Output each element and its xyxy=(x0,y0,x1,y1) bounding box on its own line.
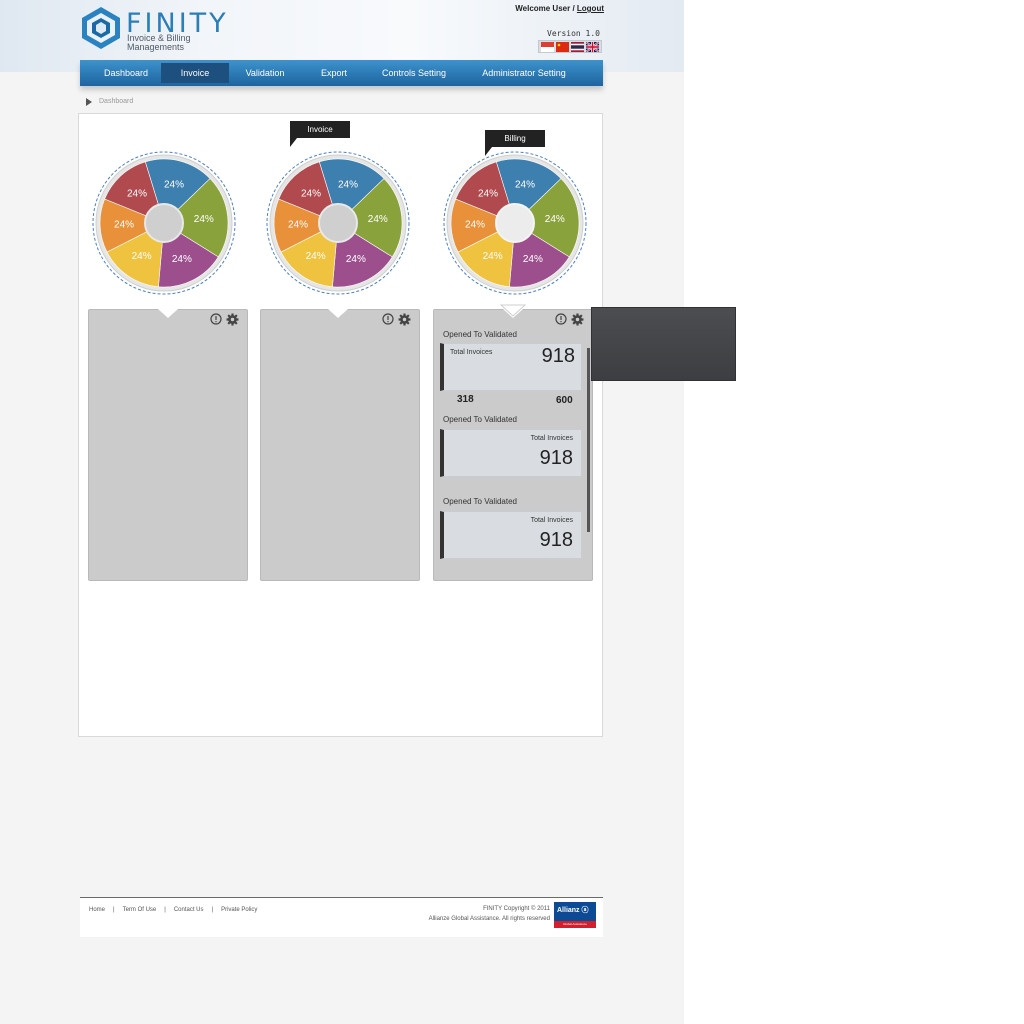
stat-label: Total Invoices xyxy=(450,349,493,356)
stats-panel: Opened To Validated Total Invoices 918 3… xyxy=(433,309,593,581)
invoice-chart-tag: Invoice xyxy=(290,121,350,147)
footer-link-contact[interactable]: Contact Us xyxy=(174,907,204,913)
pie-slice-label: 24% xyxy=(346,254,366,265)
hexagon-logo-icon xyxy=(82,7,120,49)
pie-chart-1[interactable]: 24% 24% 24% 24% 24% 24% xyxy=(92,151,236,295)
pie-slice-label: 24% xyxy=(127,189,147,200)
footer-link-terms[interactable]: Term Of Use xyxy=(123,907,157,913)
pie-slice-label: 24% xyxy=(368,214,388,225)
footer-link-privacy[interactable]: Private Policy xyxy=(221,907,257,913)
thailand-flag-icon[interactable] xyxy=(571,42,584,52)
panel-notch xyxy=(158,309,178,318)
settings-gear-icon[interactable] xyxy=(226,313,239,326)
footer-link-home[interactable]: Home xyxy=(89,907,105,913)
pie-center-hole xyxy=(495,203,535,243)
pie-slice-label: 24% xyxy=(132,251,152,262)
singapore-flag-icon[interactable] xyxy=(541,42,554,52)
stat-title-1: Opened To Validated xyxy=(443,330,517,339)
welcome-area: Welcome User / Logout xyxy=(480,4,604,13)
footer-rights: Allianze Global Assistance. All rights r… xyxy=(428,916,550,922)
stat-title-2: Opened To Validated xyxy=(443,415,517,424)
detail-panel-2 xyxy=(260,309,420,581)
stat-value: 918 xyxy=(539,447,573,469)
uk-flag-icon[interactable] xyxy=(586,42,599,52)
billing-chart-tag: Billing xyxy=(485,130,545,156)
nav-dashboard[interactable]: Dashboard xyxy=(92,60,160,86)
settings-gear-icon[interactable] xyxy=(571,313,584,326)
footer: Home | Term Of Use | Contact Us | Privat… xyxy=(80,897,603,937)
footer-separator: | xyxy=(211,907,214,913)
panel-notch xyxy=(328,309,348,318)
pie-slice-label: 24% xyxy=(114,220,134,231)
allianz-logo-subtext: Global Assistance xyxy=(554,921,596,928)
nav-controls-setting[interactable]: Controls Setting xyxy=(370,60,458,86)
stat-value: 918 xyxy=(541,345,575,367)
stat-sub-left: 318 xyxy=(457,394,474,405)
info-icon[interactable] xyxy=(555,313,567,325)
china-flag-icon[interactable] xyxy=(556,42,569,52)
info-icon[interactable] xyxy=(210,313,222,325)
logout-link[interactable]: Logout xyxy=(577,4,604,13)
pie-slice-label: 24% xyxy=(172,254,192,265)
pie-slice-label: 24% xyxy=(545,214,565,225)
stat-label: Total Invoices xyxy=(530,435,573,442)
info-icon[interactable] xyxy=(382,313,394,325)
settings-gear-icon[interactable] xyxy=(398,313,411,326)
stat-box-3[interactable]: Total Invoices 918 xyxy=(440,511,582,559)
allianz-logo[interactable]: Allianz ⓐ Global Assistance xyxy=(554,902,596,928)
pie-slice-label: 24% xyxy=(465,220,485,231)
finity-logo[interactable]: FINITY Invoice & Billing Managements xyxy=(80,6,240,54)
stat-value: 918 xyxy=(539,529,573,551)
pie-slice-label: 24% xyxy=(515,179,535,190)
pie-slice-label: 24% xyxy=(306,251,326,262)
stat-sub-right: 600 xyxy=(556,395,573,406)
stat-box-2[interactable]: Total Invoices 918 xyxy=(440,429,582,477)
page-background: FINITY Invoice & Billing Managements Wel… xyxy=(0,0,684,1024)
footer-links: Home | Term Of Use | Contact Us | Privat… xyxy=(89,907,257,913)
pie-slice-label: 24% xyxy=(478,189,498,200)
main-navigation: Dashboard Invoice Validation Export Cont… xyxy=(80,60,603,86)
nav-export[interactable]: Export xyxy=(302,60,366,86)
footer-copyright: FINITY Copyright © 2011 xyxy=(483,906,550,912)
welcome-text: Welcome User / xyxy=(515,4,577,13)
footer-separator: | xyxy=(164,907,166,913)
footer-separator: | xyxy=(113,907,115,913)
pie-center-hole xyxy=(318,203,358,243)
allianz-logo-text: Allianz ⓐ xyxy=(557,907,589,914)
breadcrumb-arrow-icon xyxy=(86,98,92,106)
stat-box-1[interactable]: Total Invoices 918 xyxy=(440,343,582,391)
stat-label: Total Invoices xyxy=(530,517,573,524)
nav-administrator-setting[interactable]: Administrator Setting xyxy=(472,60,576,86)
nav-invoice[interactable]: Invoice xyxy=(161,63,229,83)
detail-panel-1 xyxy=(88,309,248,581)
tooltip-popup xyxy=(591,307,736,381)
pie-chart-billing[interactable]: 24% 24% 24% 24% 24% 24% xyxy=(443,151,587,295)
pie-slice-label: 24% xyxy=(164,179,184,190)
selected-chart-indicator-icon xyxy=(500,304,526,317)
stats-scrollbar[interactable] xyxy=(587,348,590,532)
pie-center-hole xyxy=(144,203,184,243)
breadcrumb-dashboard[interactable]: Dashboard xyxy=(99,98,133,105)
pie-chart-invoice[interactable]: 24% 24% 24% 24% 24% 24% xyxy=(266,151,410,295)
pie-slice-label: 24% xyxy=(194,214,214,225)
language-selector xyxy=(538,40,602,53)
pie-slice-label: 24% xyxy=(523,254,543,265)
version-label: Version 1.0 xyxy=(547,29,600,38)
stat-title-3: Opened To Validated xyxy=(443,497,517,506)
pie-slice-label: 24% xyxy=(301,189,321,200)
pie-slice-label: 24% xyxy=(483,251,503,262)
pie-slice-label: 24% xyxy=(338,179,358,190)
brand-tagline-2: Managements xyxy=(127,42,185,52)
pie-slice-label: 24% xyxy=(288,220,308,231)
nav-validation[interactable]: Validation xyxy=(232,60,298,86)
